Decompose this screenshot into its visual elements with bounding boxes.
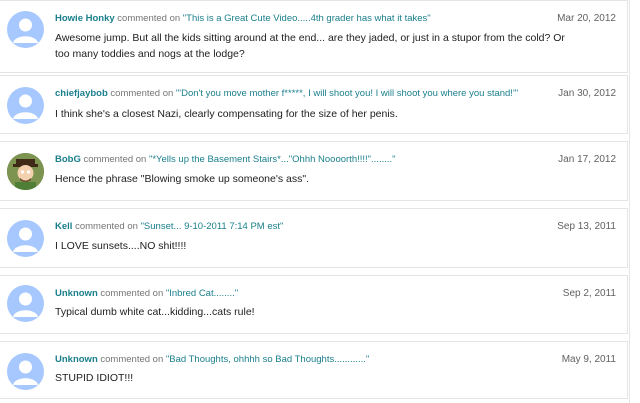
comment-card: Unknown commented on "Inbred Cat........…: [0, 275, 628, 334]
comment-text: I LOVE sunsets....NO shit!!!!: [55, 240, 187, 252]
comment-author-link[interactable]: BobG: [55, 154, 81, 165]
comment-card: chiefjaybob commented on "'Don't you mov…: [0, 75, 628, 134]
comment-post-link[interactable]: "*Yells up the Basement Stairs*..."Ohhh …: [149, 154, 396, 165]
comment-text: STUPID IDIOT!!!: [55, 372, 134, 384]
default-avatar-icon[interactable]: [7, 353, 44, 390]
comment-card: Unknown commented on "Bad Thoughts, ohhh…: [0, 341, 628, 399]
comment-date: Jan 30, 2012: [558, 88, 616, 99]
comment-author-link[interactable]: Unknown: [55, 288, 98, 299]
comment-text: I think she's a closest Nazi, clearly co…: [55, 108, 398, 120]
default-avatar-icon[interactable]: [7, 11, 44, 48]
default-avatar-icon[interactable]: [7, 285, 44, 322]
comment-meta: BobG commented on "*Yells up the Basemen…: [55, 154, 396, 165]
comment-date: May 9, 2011: [561, 354, 616, 365]
comment-date: Sep 13, 2011: [557, 221, 616, 232]
comment-card: Kell commented on "Sunset... 9-10-2011 7…: [0, 208, 628, 268]
comment-date: Sep 2, 2011: [562, 288, 616, 299]
comment-post-link[interactable]: "This is a Great Cute Video.....4th grad…: [183, 13, 431, 24]
commented-on-text: commented on: [114, 13, 183, 24]
commented-on-text: commented on: [97, 354, 166, 365]
comment-card: Howie Honky commented on "This is a Grea…: [0, 0, 628, 73]
comment-text: Awesome jump. But all the kids sitting a…: [55, 32, 565, 60]
comment-author-link[interactable]: Unknown: [55, 354, 98, 365]
cartoon-avatar-icon[interactable]: [7, 153, 44, 190]
comment-meta: chiefjaybob commented on "'Don't you mov…: [55, 88, 518, 99]
comment-post-link[interactable]: "Bad Thoughts, ohhhh so Bad Thoughts....…: [166, 354, 369, 365]
comment-card: BobG commented on "*Yells up the Basemen…: [0, 141, 628, 201]
comment-meta: Unknown commented on "Bad Thoughts, ohhh…: [55, 354, 369, 365]
comment-post-link[interactable]: "'Don't you move mother f*****, I will s…: [176, 88, 518, 99]
comment-post-link[interactable]: "Inbred Cat........": [166, 288, 238, 299]
comment-date: Mar 20, 2012: [557, 13, 616, 24]
scrollbar-track[interactable]: [629, 0, 640, 403]
default-avatar-icon[interactable]: [7, 220, 44, 257]
comment-meta: Howie Honky commented on "This is a Grea…: [55, 13, 431, 24]
comment-author-link[interactable]: Howie Honky: [55, 13, 115, 24]
default-avatar-icon[interactable]: [7, 87, 44, 124]
commented-on-text: commented on: [80, 154, 149, 165]
comment-meta: Kell commented on "Sunset... 9-10-2011 7…: [55, 221, 283, 232]
comment-text: Hence the phrase "Blowing smoke up someo…: [55, 173, 310, 185]
comment-author-link[interactable]: Kell: [55, 221, 72, 232]
comment-post-link[interactable]: "Sunset... 9-10-2011 7:14 PM est": [141, 221, 284, 232]
comment-text: Typical dumb white cat...kidding...cats …: [55, 306, 255, 318]
comment-date: Jan 17, 2012: [558, 154, 616, 165]
commented-on-text: commented on: [72, 221, 141, 232]
commented-on-text: commented on: [97, 288, 166, 299]
commented-on-text: commented on: [107, 88, 176, 99]
comment-meta: Unknown commented on "Inbred Cat........…: [55, 288, 238, 299]
comment-author-link[interactable]: chiefjaybob: [55, 88, 108, 99]
